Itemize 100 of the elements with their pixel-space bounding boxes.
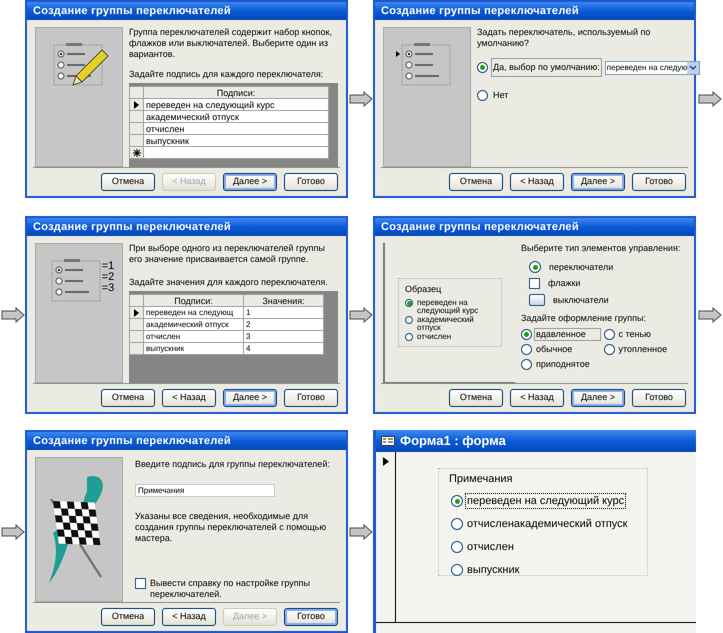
option-label: отчислен: [417, 333, 452, 341]
radio-button[interactable]: [604, 344, 614, 355]
style-option-label: обычное: [535, 343, 574, 356]
table-cell: 2: [244, 319, 324, 331]
radio-button[interactable]: [477, 90, 488, 101]
table-cell: отчислен: [144, 123, 329, 135]
arrow-icon: [348, 307, 372, 323]
caption-input[interactable]: Примечания: [135, 484, 275, 497]
arrow-icon: [348, 91, 372, 107]
arrow-icon: [698, 91, 722, 107]
table-cell: 3: [244, 331, 324, 343]
column-header: Значения:: [244, 295, 324, 307]
radio-button[interactable]: [521, 359, 532, 370]
toggle-button[interactable]: [529, 294, 545, 306]
option-label: отчислен: [466, 540, 515, 555]
column-header: Подписи:: [144, 87, 329, 99]
radio-button[interactable]: [451, 541, 463, 553]
checkbox[interactable]: [529, 278, 540, 289]
table-cell: академический отпуск: [144, 319, 244, 331]
window-title: Создание группы переключателей: [375, 2, 694, 20]
option-label: переведен на следующий курс: [465, 493, 626, 509]
wizard-button[interactable]: Далее >: [223, 389, 277, 407]
window-title: Создание группы переключателей: [27, 218, 346, 236]
radio-button[interactable]: [405, 333, 413, 341]
style-option-label: приподнятое: [535, 358, 591, 371]
window-title: Создание группы переключателей: [27, 2, 346, 20]
radio-button[interactable]: [521, 344, 532, 355]
table-cell: 4: [244, 343, 324, 355]
arrow-icon: [348, 524, 372, 540]
option-label: Нет: [492, 89, 510, 102]
note-text: Указаны все сведения, необходимые для создания группы переключателей с помощью мастера.: [135, 511, 328, 544]
window-title: Форма1 : форма: [400, 432, 506, 450]
radio-button[interactable]: [529, 261, 541, 273]
radio-button[interactable]: [451, 518, 463, 530]
default-dropdown[interactable]: переведен на следую: [604, 60, 700, 74]
option-label: выпускник: [466, 563, 520, 578]
wizard-button[interactable]: Отмена: [101, 173, 155, 191]
wizard-button[interactable]: Далее >: [223, 173, 277, 191]
wizard-button[interactable]: Готово: [632, 389, 686, 407]
wizard-button[interactable]: Отмена: [449, 173, 503, 191]
control-type-label: переключатели: [549, 262, 614, 272]
option-label: отчисленакадемический отпуск: [466, 517, 628, 532]
checkbox-label: Вывести справку по настройке группы переключателей.: [150, 578, 311, 600]
control-type-label: флажки: [548, 278, 580, 289]
radio-button[interactable]: [521, 329, 532, 340]
control-type-label: выключатели: [553, 294, 609, 306]
new-row-icon: [132, 148, 140, 156]
prompt-text: Задайте подпись для каждого переключателя:: [129, 69, 324, 80]
arrow-icon: [0, 524, 24, 540]
intro-text: Группа переключателей содержит набор кнопок, флажков или выключателей. Выберите один из вариантов.: [129, 27, 333, 60]
prompt-text: Задайте значения для каждого переключателя.: [129, 277, 329, 288]
record-selector-icon: [382, 457, 388, 466]
style-option-label: вдавленное: [534, 328, 601, 341]
row-selector[interactable]: [130, 307, 144, 319]
table-cell: отчислен: [144, 331, 244, 343]
group-caption: Примечания: [449, 472, 514, 486]
radio-button[interactable]: [405, 316, 413, 324]
prompt-text: Задайте оформление группы:: [521, 313, 648, 324]
radio-button[interactable]: [451, 564, 463, 576]
wizard-button[interactable]: Отмена: [101, 608, 155, 626]
wizard-button[interactable]: < Назад: [162, 389, 216, 407]
wizard-button[interactable]: < Назад: [162, 608, 216, 626]
table-cell: выпускник: [144, 135, 329, 147]
table-cell: переведен на следующ: [144, 307, 244, 319]
radio-button[interactable]: [451, 495, 463, 507]
wizard-button[interactable]: Готово: [632, 173, 686, 191]
table-cell: 1: [244, 307, 324, 319]
style-option-label: утопленное: [618, 343, 668, 356]
table-cell: академический отпуск: [144, 111, 329, 123]
checkbox[interactable]: [135, 578, 146, 589]
form-icon: [381, 436, 395, 446]
radio-button[interactable]: [604, 329, 614, 340]
wizard-button[interactable]: Далее >: [571, 389, 625, 407]
column-header: Подписи:: [144, 295, 244, 307]
table-cell[interactable]: [144, 147, 329, 159]
wizard-button[interactable]: < Назад: [510, 173, 564, 191]
wizard-button[interactable]: Готово: [284, 608, 338, 626]
style-option-label: с тенью: [618, 328, 652, 341]
current-row-icon: [134, 308, 139, 316]
table-cell: выпускник: [144, 343, 244, 355]
wizard-button[interactable]: Готово: [284, 173, 338, 191]
wizard-button[interactable]: Готово: [284, 389, 338, 407]
question-text: Задать переключатель, используемый по умолчанию?: [477, 27, 652, 49]
arrow-icon: [698, 307, 722, 323]
dropdown-caret-icon: [687, 62, 700, 74]
value-label: =1: [102, 261, 114, 272]
radio-button[interactable]: [405, 299, 413, 307]
intro-text: При выборе одного из переключателей группы его значение присваивается самой группе.: [129, 243, 326, 265]
wizard-button[interactable]: Далее >: [571, 173, 625, 191]
radio-button[interactable]: [477, 62, 488, 73]
row-selector[interactable]: [130, 99, 144, 111]
wizard-button[interactable]: < Назад: [510, 389, 564, 407]
window-title: Создание группы переключателей: [375, 218, 694, 236]
prompt-text: Введите подпись для группы переключателей:: [135, 459, 331, 470]
option-label: Да, выбор по умолчанию:: [491, 58, 602, 77]
table-cell: переведен на следующий курс: [144, 99, 329, 111]
value-label: =2: [102, 272, 114, 283]
wizard-button[interactable]: Отмена: [101, 389, 155, 407]
wizard-button[interactable]: Отмена: [449, 389, 503, 407]
row-selector[interactable]: [130, 147, 144, 159]
